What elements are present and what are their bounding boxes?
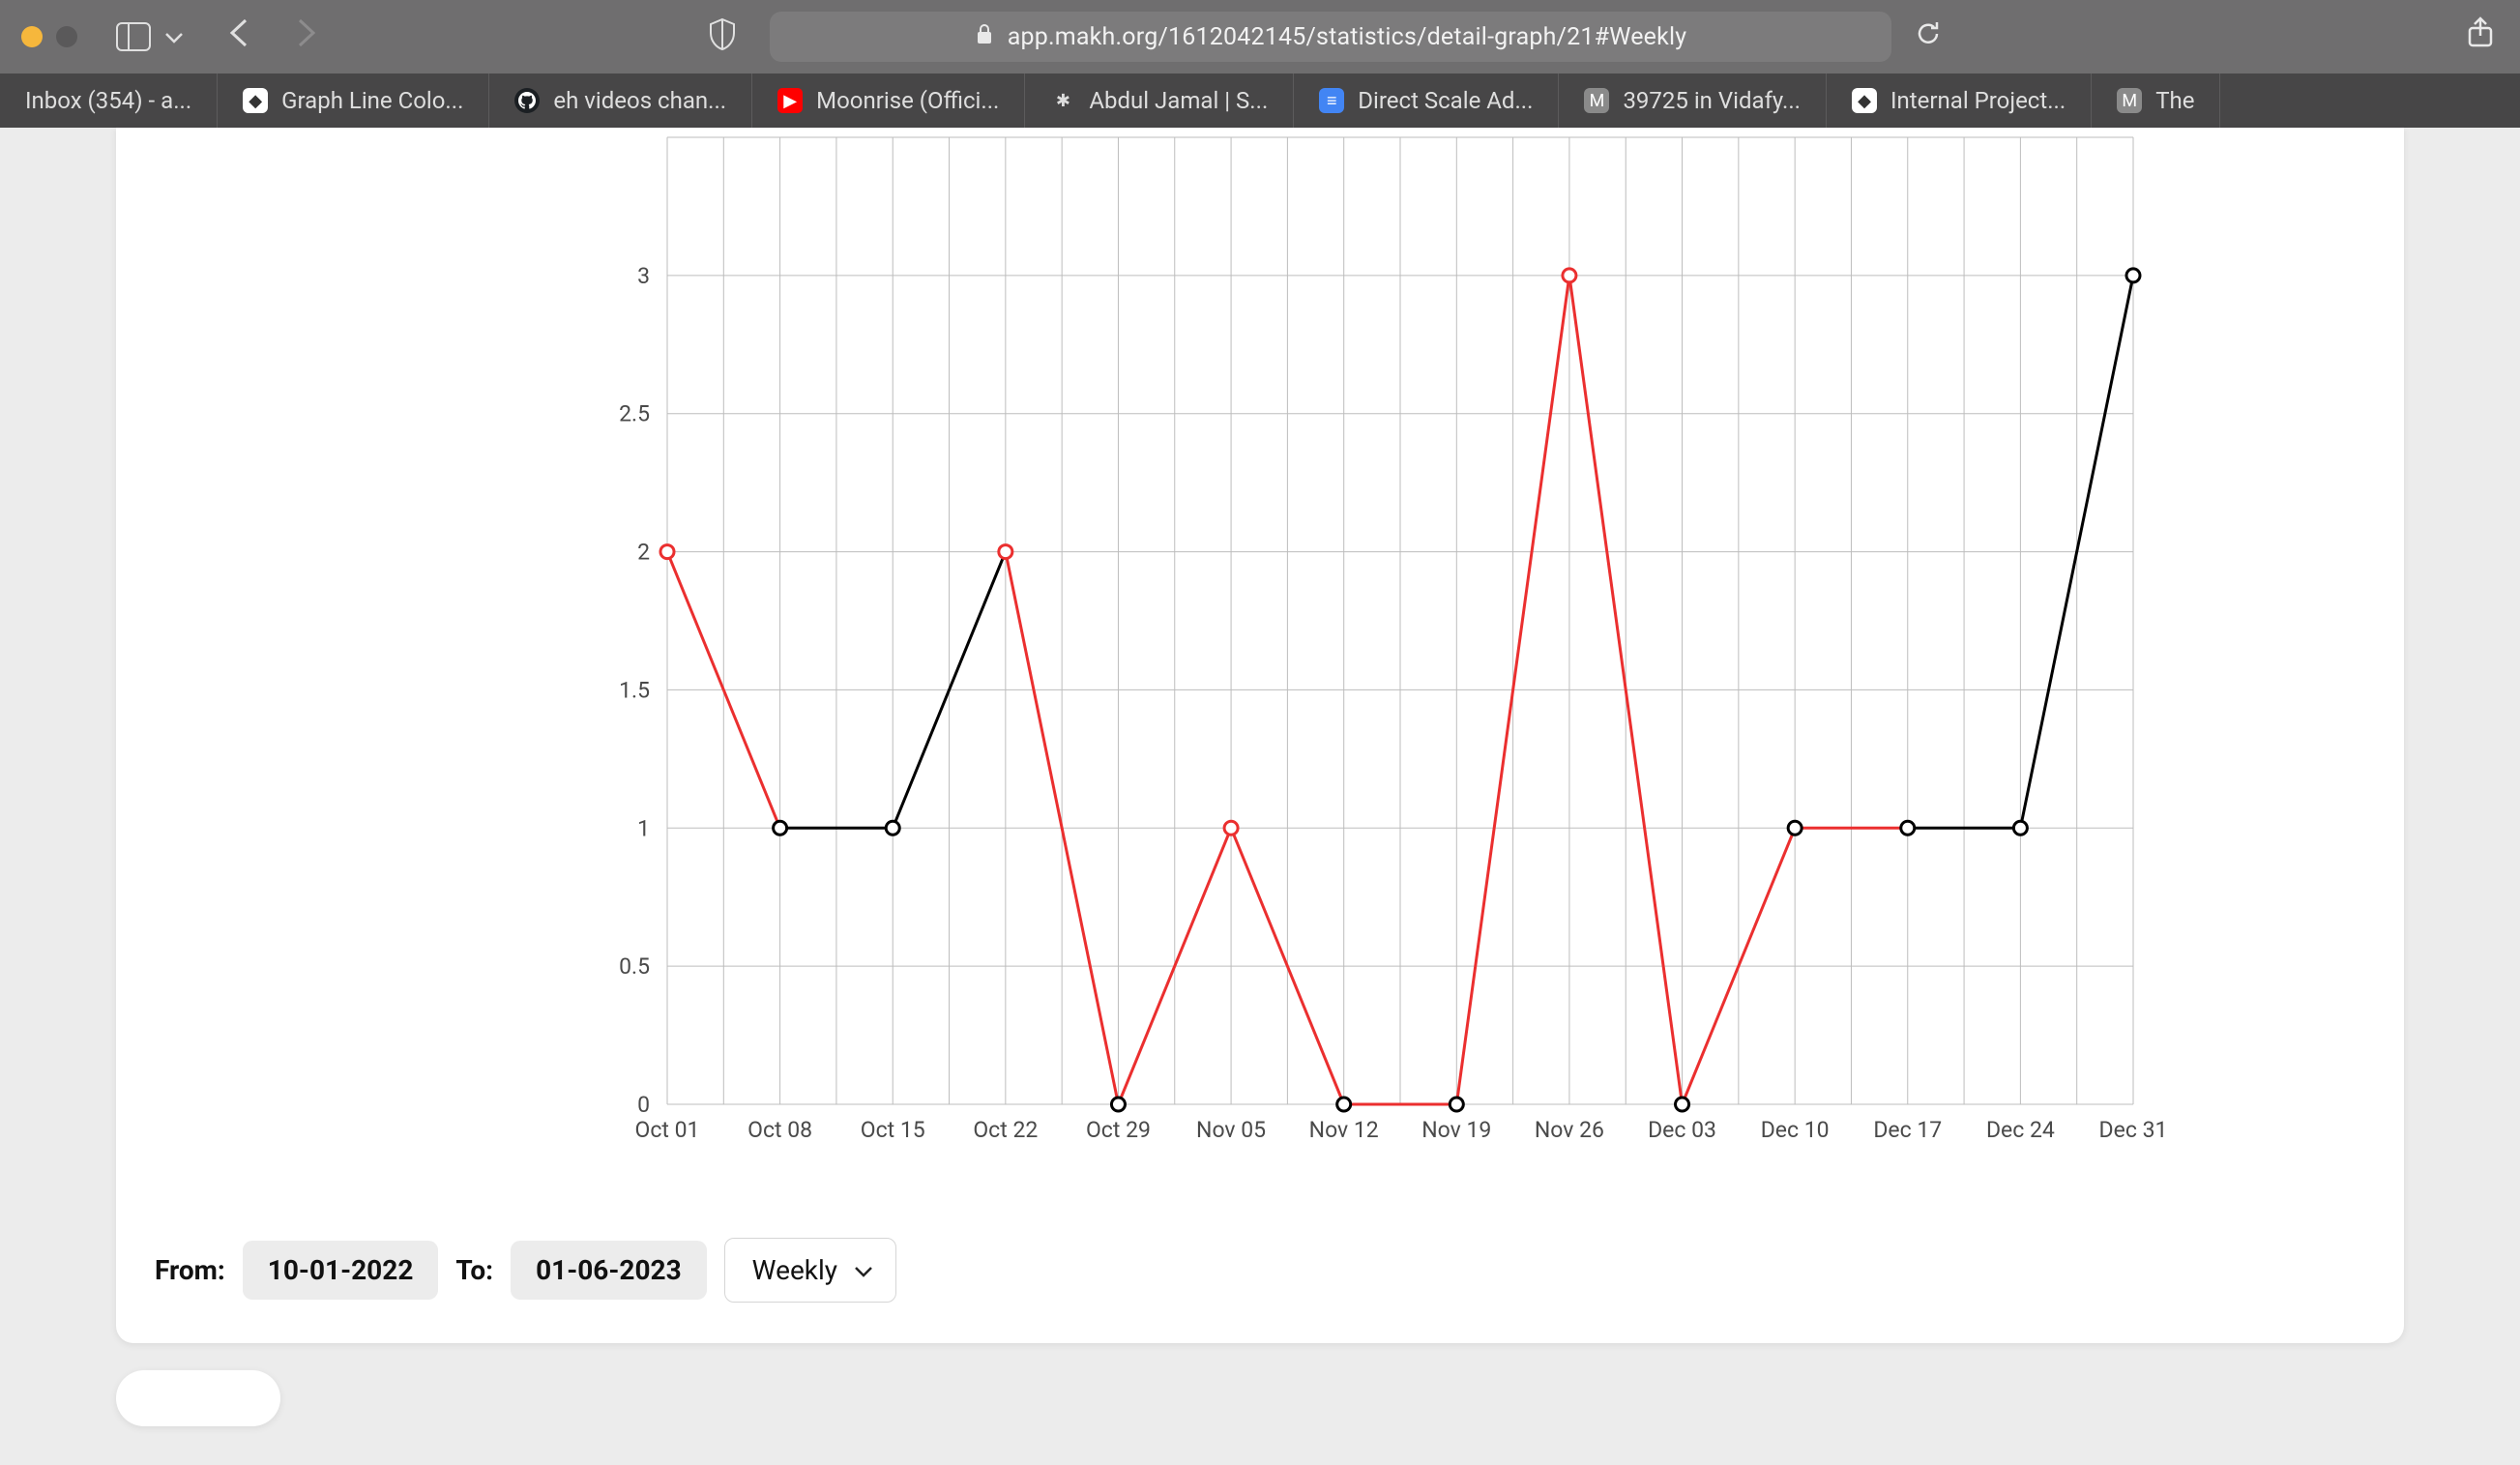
m-icon: M — [1584, 88, 1609, 113]
floating-pill[interactable] — [116, 1370, 280, 1426]
period-value: Weekly — [752, 1254, 837, 1286]
shield-icon[interactable] — [708, 17, 737, 56]
tab-label: Inbox (354) - a... — [25, 87, 191, 114]
svg-text:2: 2 — [637, 540, 650, 566]
tab-github[interactable]: eh videos chan... — [489, 73, 752, 128]
svg-text:Nov 26: Nov 26 — [1535, 1117, 1604, 1143]
svg-text:1.5: 1.5 — [619, 677, 650, 703]
youtube-icon: ▶ — [777, 88, 803, 113]
svg-text:2.5: 2.5 — [619, 401, 650, 427]
svg-text:Oct 08: Oct 08 — [747, 1117, 812, 1143]
tab-label: The — [2155, 87, 2194, 114]
svg-text:Nov 05: Nov 05 — [1196, 1117, 1266, 1143]
svg-text:Dec 17: Dec 17 — [1873, 1117, 1942, 1143]
line-chart: 0 0.5 1 1.5 2 2.5 3 Oct 01 Oct 08 Oct 15 Oct 22 Oct… — [116, 128, 2404, 1220]
gear-icon: ✱ — [1050, 88, 1075, 113]
traffic-dot[interactable] — [56, 26, 77, 47]
share-icon[interactable] — [2466, 16, 2495, 57]
svg-text:0: 0 — [637, 1092, 650, 1118]
tab-graph-line[interactable]: ◆ Graph Line Colo... — [218, 73, 489, 128]
controls-row: From: 10-01-2022 To: 01-06-2023 Weekly — [116, 1220, 2404, 1303]
tab-the[interactable]: M The — [2092, 73, 2220, 128]
svg-text:Nov 19: Nov 19 — [1421, 1117, 1491, 1143]
tab-label: Direct Scale Ad... — [1358, 87, 1533, 114]
svg-text:Dec 03: Dec 03 — [1648, 1117, 1716, 1143]
to-label: To: — [455, 1254, 493, 1286]
tab-internal[interactable]: ◆ Internal Project... — [1827, 73, 2092, 128]
from-label: From: — [155, 1254, 225, 1286]
svg-text:3: 3 — [637, 263, 650, 289]
tab-label: 39725 in Vidafy... — [1623, 87, 1801, 114]
address-bar[interactable]: app.makh.org/1612042145/statistics/detai… — [770, 12, 1891, 62]
docs-icon: ≡ — [1319, 88, 1344, 113]
browser-toolbar: app.makh.org/1612042145/statistics/detai… — [0, 0, 2520, 73]
lock-icon — [975, 22, 994, 51]
svg-text:Nov 12: Nov 12 — [1309, 1117, 1379, 1143]
back-button[interactable] — [226, 16, 251, 58]
window-traffic-lights — [21, 26, 77, 47]
tab-docs[interactable]: ≡ Direct Scale Ad... — [1294, 73, 1559, 128]
favicon-icon: ◆ — [243, 88, 268, 113]
tab-jamal[interactable]: ✱ Abdul Jamal | S... — [1025, 73, 1294, 128]
svg-text:Dec 10: Dec 10 — [1761, 1117, 1830, 1143]
favicon-icon: ◆ — [1852, 88, 1877, 113]
tab-label: Internal Project... — [1890, 87, 2066, 114]
chevron-down-icon[interactable] — [164, 23, 184, 50]
tab-vidafy[interactable]: M 39725 in Vidafy... — [1559, 73, 1827, 128]
svg-text:Oct 01: Oct 01 — [635, 1117, 700, 1143]
svg-text:Dec 24: Dec 24 — [1986, 1117, 2055, 1143]
tab-strip: Inbox (354) - a... ◆ Graph Line Colo... e… — [0, 73, 2520, 128]
svg-text:1: 1 — [637, 815, 650, 841]
svg-text:Oct 29: Oct 29 — [1086, 1117, 1151, 1143]
tab-label: Graph Line Colo... — [281, 87, 463, 114]
tab-youtube[interactable]: ▶ Moonrise (Offici... — [752, 73, 1025, 128]
tab-label: Abdul Jamal | S... — [1089, 87, 1268, 114]
svg-text:Dec 31: Dec 31 — [2099, 1117, 2168, 1143]
svg-text:Oct 22: Oct 22 — [973, 1117, 1038, 1143]
forward-button — [294, 16, 319, 58]
tab-label: eh videos chan... — [553, 87, 726, 114]
m-icon: M — [2117, 88, 2142, 113]
from-date-input[interactable]: 10-01-2022 — [243, 1241, 439, 1300]
period-select[interactable]: Weekly — [724, 1238, 896, 1303]
github-icon — [514, 88, 540, 113]
svg-text:Oct 15: Oct 15 — [861, 1117, 925, 1143]
sidebar-toggle-icon[interactable] — [116, 22, 151, 51]
svg-text:0.5: 0.5 — [619, 953, 650, 980]
page-background: 0 0.5 1 1.5 2 2.5 3 Oct 01 Oct 08 Oct 15 Oct 22 Oct… — [0, 128, 2520, 1465]
tab-label: Moonrise (Offici... — [816, 87, 999, 114]
chart-area: 0 0.5 1 1.5 2 2.5 3 Oct 01 Oct 08 Oct 15 Oct 22 Oct… — [116, 128, 2404, 1220]
to-date-input[interactable]: 01-06-2023 — [511, 1241, 707, 1300]
tab-inbox[interactable]: Inbox (354) - a... — [0, 73, 218, 128]
url-text: app.makh.org/1612042145/statistics/detai… — [1008, 23, 1687, 51]
chevron-down-icon — [853, 1257, 874, 1284]
stats-card: 0 0.5 1 1.5 2 2.5 3 Oct 01 Oct 08 Oct 15 Oct 22 Oct… — [116, 128, 2404, 1343]
traffic-yellow[interactable] — [21, 26, 43, 47]
reload-icon[interactable] — [1915, 19, 1942, 55]
